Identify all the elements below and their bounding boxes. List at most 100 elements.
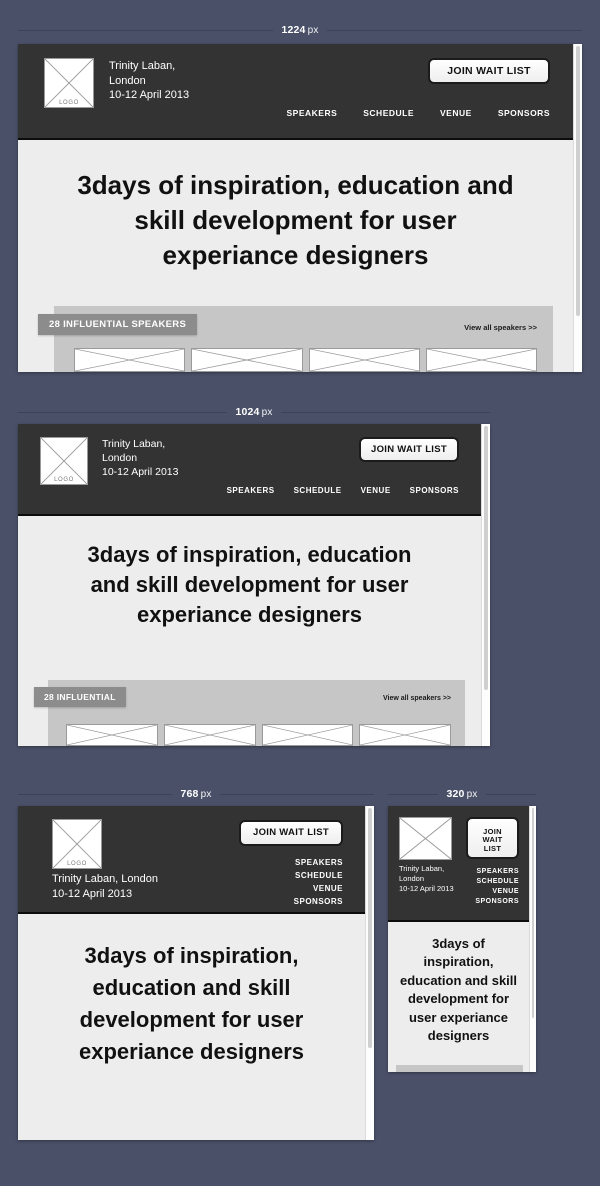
speaker-card[interactable] [359, 724, 451, 746]
vertical-scrollbar[interactable] [573, 44, 582, 372]
breakpoint-label-320: 320 px [388, 788, 536, 800]
view-all-speakers-link[interactable]: View all speakers >> [383, 695, 451, 702]
browser-panel-1024: LOGO Trinity Laban, London 10-12 April 2… [18, 424, 490, 746]
speaker-card[interactable] [163, 724, 256, 746]
logo-placeholder[interactable]: LOGO [44, 58, 94, 108]
nav-item-schedule[interactable]: SCHEDULE [294, 486, 342, 495]
label-rule-left [18, 793, 173, 795]
panel-viewport: LOGO Trinity Laban, London 10-12 April 2… [18, 806, 365, 1140]
nav-item-venue[interactable]: VENUE [313, 884, 343, 893]
venue-address: Trinity Laban, London 10-12 April 2013 [399, 864, 454, 893]
breakpoint-width: 1224 [281, 24, 306, 36]
nav-item-schedule[interactable]: SCHEDULE [476, 878, 519, 885]
breakpoint-unit: px [200, 789, 212, 800]
breakpoint-width: 1024 [235, 406, 260, 418]
join-wait-list-button[interactable]: JOIN WAIT LIST [239, 820, 343, 846]
header-brand-group: LOGO Trinity Laban, London 10-12 April 2… [40, 437, 178, 485]
placeholder-cross-icon [75, 349, 185, 371]
logo-label: LOGO [54, 477, 74, 483]
vertical-scrollbar[interactable] [481, 424, 490, 746]
scrollbar-thumb[interactable] [532, 808, 534, 1018]
main-nav: SPEAKERS SCHEDULE VENUE SPONSORS [294, 858, 343, 906]
nav-item-venue[interactable]: VENUE [440, 108, 472, 118]
speaker-card-list [74, 348, 537, 372]
speaker-card[interactable] [66, 724, 158, 746]
nav-item-schedule[interactable]: SCHEDULE [363, 108, 414, 118]
site-header: Trinity Laban, London 10-12 April 2013 J… [388, 806, 529, 922]
breakpoint-label-1224: 1224 px [18, 24, 583, 36]
hero-title: 3days of inspiration, education and skil… [77, 170, 514, 270]
breakpoint-unit: px [466, 789, 478, 800]
nav-item-sponsors[interactable]: SPONSORS [498, 108, 550, 118]
speakers-count-badge: 28 INFLUENTIAL [34, 687, 126, 707]
venue-address: Trinity Laban, London 10-12 April 2013 [109, 60, 190, 102]
venue-address: Trinity Laban, London 10-12 April 2013 [102, 438, 179, 478]
site-header: LOGO Trinity Laban, London 10-12 April 2… [18, 806, 365, 914]
hero-title: 3days of inspiration, education and skil… [78, 943, 304, 1064]
browser-panel-1224: LOGO Trinity Laban, London 10-12 April 2… [18, 44, 582, 372]
main-nav: SPEAKERS SCHEDULE VENUE SPONSORS [286, 108, 550, 118]
hero-title: 3days of inspiration, education and skil… [87, 542, 412, 627]
nav-item-sponsors[interactable]: SPONSORS [294, 897, 343, 906]
nav-item-schedule[interactable]: SCHEDULE [295, 871, 343, 880]
speaker-card-list [66, 724, 451, 746]
breakpoint-width: 768 [180, 788, 199, 800]
nav-item-speakers[interactable]: SPEAKERS [286, 108, 337, 118]
panel-viewport: LOGO Trinity Laban, London 10-12 April 2… [18, 44, 573, 372]
placeholder-cross-icon [67, 725, 157, 745]
breakpoint-unit: px [307, 25, 319, 36]
scrollbar-thumb[interactable] [368, 808, 372, 1048]
nav-item-speakers[interactable]: SPEAKERS [476, 868, 519, 875]
label-rule-left [18, 411, 228, 413]
placeholder-cross-icon [360, 725, 450, 745]
venue-address: Trinity Laban, London 10-12 April 2013 [52, 873, 158, 900]
join-wait-list-button[interactable]: JOIN WAIT LIST [359, 437, 459, 462]
label-rule-left [388, 793, 439, 795]
speaker-card[interactable] [191, 348, 303, 372]
placeholder-cross-icon [192, 349, 302, 371]
panel-viewport: Trinity Laban, London 10-12 April 2013 J… [388, 806, 529, 1072]
breakpoint-label-1024: 1024 px [18, 406, 491, 418]
main-nav: SPEAKERS SCHEDULE VENUE SPONSORS [227, 486, 459, 495]
breakpoint-width: 320 [446, 788, 465, 800]
label-text: 768 px [180, 788, 211, 800]
label-rule-right [326, 29, 583, 31]
nav-item-sponsors[interactable]: SPONSORS [475, 898, 519, 905]
nav-item-venue[interactable]: VENUE [361, 486, 391, 495]
placeholder-cross-icon [164, 725, 255, 745]
site-header: LOGO Trinity Laban, London 10-12 April 2… [18, 44, 573, 140]
speakers-section: 28 INFLUENTIAL View all speakers >> [34, 680, 465, 746]
label-text: 1024 px [235, 406, 272, 418]
join-wait-list-button[interactable]: JOIN WAIT LIST [466, 817, 519, 859]
placeholder-cross-icon [400, 818, 451, 859]
nav-item-sponsors[interactable]: SPONSORS [410, 486, 459, 495]
placeholder-cross-icon [426, 349, 536, 371]
join-wait-list-button[interactable]: JOIN WAIT LIST [428, 58, 550, 84]
vertical-scrollbar[interactable] [365, 806, 374, 1140]
main-nav: SPEAKERS SCHEDULE VENUE SPONSORS [475, 868, 519, 905]
speakers-count-badge: 28 INFLUENTIAL SPEAKERS [38, 314, 198, 335]
logo-placeholder[interactable]: LOGO [40, 437, 88, 485]
header-brand-group: LOGO Trinity Laban, London 10-12 April 2… [44, 58, 189, 108]
speaker-card[interactable] [261, 724, 354, 746]
logo-label: LOGO [59, 100, 79, 106]
nav-item-speakers[interactable]: SPEAKERS [295, 858, 343, 867]
speaker-card[interactable] [425, 348, 537, 372]
logo-placeholder[interactable]: LOGO [52, 819, 102, 869]
scrollbar-thumb[interactable] [576, 46, 580, 316]
view-all-speakers-link[interactable]: View all speakers >> [464, 323, 537, 332]
vertical-scrollbar[interactable] [529, 806, 536, 1072]
speakers-section [396, 1065, 523, 1072]
logo-label: LOGO [67, 861, 87, 867]
speaker-card[interactable] [74, 348, 186, 372]
nav-item-speakers[interactable]: SPEAKERS [227, 486, 275, 495]
breakpoint-unit: px [261, 407, 273, 418]
scrollbar-thumb[interactable] [484, 426, 488, 690]
logo-placeholder[interactable] [399, 817, 452, 860]
speaker-card[interactable] [308, 348, 420, 372]
browser-panel-768: LOGO Trinity Laban, London 10-12 April 2… [18, 806, 374, 1140]
nav-item-venue[interactable]: VENUE [492, 888, 519, 895]
panel-viewport: LOGO Trinity Laban, London 10-12 April 2… [18, 424, 481, 746]
placeholder-cross-icon [309, 349, 419, 371]
label-rule-right [219, 793, 374, 795]
